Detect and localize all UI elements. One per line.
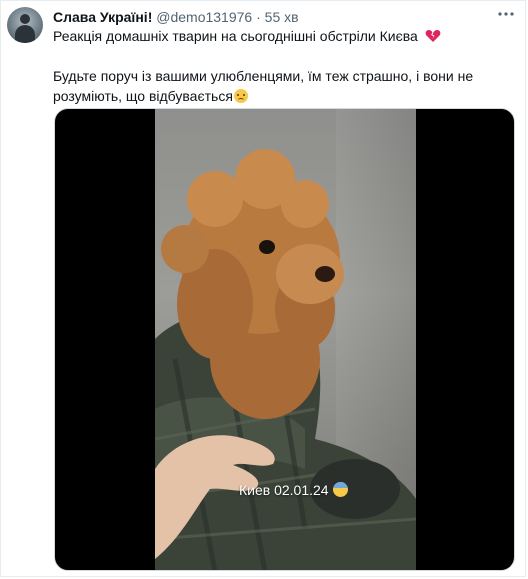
avatar-figure-head — [20, 14, 30, 24]
tweet-text-line-2: Будьте поруч із вашими улюбленцями, їм т… — [53, 68, 474, 104]
display-name[interactable]: Слава Україні! — [53, 9, 152, 25]
video-player[interactable]: Киев 02.01.24 — [54, 108, 515, 571]
tweet-text: Реакція домашніх тварин на сьогоднішні о… — [53, 26, 493, 106]
avatar[interactable] — [7, 7, 43, 43]
avatar-figure-body — [15, 25, 35, 43]
tweet-text-line-1: Реакція домашніх тварин на сьогоднішні о… — [53, 28, 418, 44]
broken-heart-icon — [425, 28, 441, 42]
user-handle[interactable]: @demo131976 — [156, 9, 252, 25]
more-dots-icon[interactable] — [494, 6, 518, 26]
dog-illustration — [155, 149, 416, 570]
video-frame[interactable]: Киев 02.01.24 — [155, 109, 416, 570]
anxious-face-icon — [332, 482, 348, 497]
video-caption-text: Киев 02.01.24 — [239, 482, 329, 498]
tweet-card[interactable]: Слава Україні! @demo131976 · 55 хв Реакц… — [0, 0, 528, 579]
tweet-time[interactable]: 55 хв — [265, 9, 299, 25]
crying-face-icon — [233, 89, 248, 103]
video-caption: Киев 02.01.24 — [239, 481, 348, 499]
tweet-header: Слава Україні! @demo131976 · 55 хв — [53, 7, 488, 27]
header-separator: · — [256, 9, 261, 25]
